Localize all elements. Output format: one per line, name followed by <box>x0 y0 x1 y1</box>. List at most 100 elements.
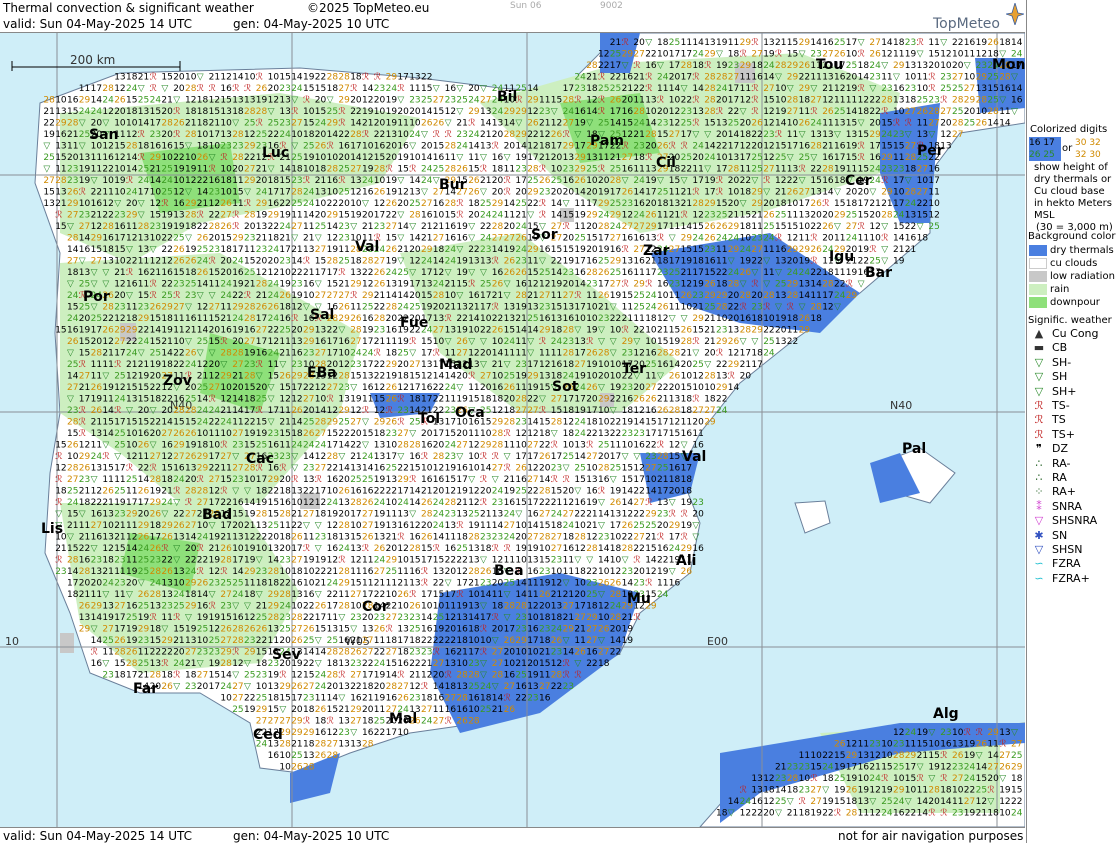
thermal-digit: 27 <box>787 107 798 117</box>
thermal-digit: ℛ <box>940 774 947 784</box>
thermal-digit: 11 <box>881 73 892 83</box>
thermal-digit: 17 <box>563 395 574 405</box>
thermal-digit: 28 <box>150 567 162 577</box>
thermal-digit: 24 <box>79 107 91 117</box>
thermal-digit: 18 <box>692 257 704 267</box>
thermal-digit: 16 <box>445 234 457 244</box>
thermal-digit: ▽ <box>338 452 345 462</box>
thermal-digit: 22 <box>716 142 727 152</box>
thermal-digit: 25 <box>409 303 420 313</box>
thermal-digit: 17 <box>586 406 597 416</box>
thermal-digit: 19 <box>150 487 162 497</box>
thermal-digit: 12 <box>126 234 137 244</box>
thermal-digit: 16 <box>279 314 291 324</box>
thermal-digit: 15 <box>114 142 125 152</box>
thermal-digit: 14 <box>527 521 539 531</box>
thermal-digit: 11 <box>268 636 279 646</box>
thermal-digit: 17 <box>468 648 479 658</box>
thermal-digit: 18 <box>232 107 244 117</box>
thermal-digit: 17 <box>563 84 574 94</box>
thermal-digit: ℛ <box>362 544 369 554</box>
thermal-digit: 21 <box>551 590 562 600</box>
thermal-digit: 22 <box>91 188 102 198</box>
thermal-digit: 18 <box>692 61 704 71</box>
thermal-digit: 10 <box>574 521 586 531</box>
legend-sample-cu: 30 32 32 30 <box>1075 137 1101 161</box>
thermal-digit: 28 <box>610 613 622 623</box>
weather-map[interactable]: 200 km N40 N40 E00 10 W05 21 ℛ 20 ▽ 18 25 11 14… <box>0 33 1025 827</box>
thermal-digit: 18 <box>893 38 905 48</box>
thermal-digit: 10 <box>185 73 197 83</box>
thermal-digit: 10 <box>610 556 622 566</box>
thermal-digit: 29 <box>327 418 339 428</box>
thermal-digit: 18 <box>480 544 492 554</box>
thermal-digit: 10 <box>209 441 221 451</box>
thermal-digit: 23 <box>232 142 243 152</box>
thermal-digit: 15 <box>55 326 66 336</box>
thermal-digit: 19 <box>858 786 870 796</box>
thermal-digit: ℛ <box>327 142 334 152</box>
thermal-digit: 20 <box>338 475 350 485</box>
thermal-digit: 15 <box>433 142 444 152</box>
thermal-digit: 22 <box>138 326 149 336</box>
thermal-digit: 29 <box>645 510 657 520</box>
thermal-digit: 24 <box>492 107 504 117</box>
thermal-digit: 23 <box>291 360 302 370</box>
thermal-digit: ℛ <box>645 498 652 508</box>
thermal-digit: 20 <box>751 291 763 301</box>
thermal-digit: 14 <box>126 544 138 554</box>
thermal-digit: 18 <box>220 176 232 186</box>
thermal-digit: 29 <box>220 372 232 382</box>
thermal-digit: 21 <box>126 360 137 370</box>
thermal-digit: 21 <box>622 613 633 623</box>
thermal-digit: 15 <box>126 383 137 393</box>
thermal-digit: ▽ <box>456 84 463 94</box>
thermal-digit: 19 <box>468 521 480 531</box>
thermal-digit: 11 <box>622 303 633 313</box>
thermal-digit: 26 <box>185 429 197 439</box>
thermal-digit: ℛ <box>150 73 157 83</box>
thermal-digit: 20 <box>610 625 622 635</box>
thermal-digit: 14 <box>197 326 209 336</box>
thermal-digit: 15 <box>445 475 456 485</box>
thermal-digit: 16 <box>610 245 622 255</box>
thermal-digit: 18 <box>268 176 280 186</box>
thermal-digit: 14 <box>881 38 893 48</box>
thermal-digit: 13 <box>409 188 420 198</box>
wx-symbol-icon: ℛ <box>1034 399 1044 412</box>
thermal-digit: 23 <box>716 326 727 336</box>
thermal-digit: 15 <box>268 510 279 520</box>
thermal-digit: 17 <box>740 153 751 163</box>
thermal-digit: ℛ <box>445 130 452 140</box>
thermal-digit: 24 <box>362 452 374 462</box>
thermal-digit: 22 <box>43 119 54 129</box>
city-label: Mon <box>992 57 1025 73</box>
thermal-digit: 22 <box>138 464 149 474</box>
thermal-digit: 16 <box>515 280 527 290</box>
thermal-digit: 27 <box>232 682 243 692</box>
thermal-digit: 21 <box>492 705 503 715</box>
thermal-digit: ℛ <box>716 176 723 186</box>
thermal-digit: ▽ <box>138 211 145 221</box>
thermal-digit: 20 <box>209 360 221 370</box>
wx-symbol-icon: ℛ <box>1034 413 1044 427</box>
thermal-digit: 12 <box>350 406 361 416</box>
thermal-digit: 20 <box>303 406 315 416</box>
thermal-digit: 21 <box>279 349 290 359</box>
thermal-digit: ▽ <box>787 84 794 94</box>
thermal-digit: 28 <box>232 636 244 646</box>
thermal-digit: 27 <box>728 73 739 83</box>
thermal-digit: 18 <box>633 153 645 163</box>
thermal-digit: 13 <box>456 510 467 520</box>
thermal-digit: 21 <box>220 533 231 543</box>
thermal-digit: 12 <box>669 441 680 451</box>
thermal-digit: 18 <box>256 659 268 669</box>
thermal-digit: 28 <box>327 257 339 267</box>
thermal-digit: 10 <box>716 314 728 324</box>
thermal-digit: 28 <box>409 441 421 451</box>
thermal-digit: 22 <box>185 556 196 566</box>
thermal-digit: ▽ <box>480 188 487 198</box>
thermal-digit: 14 <box>362 84 374 94</box>
thermal-digit: 20 <box>350 96 362 106</box>
thermal-digit: 23 <box>681 107 692 117</box>
